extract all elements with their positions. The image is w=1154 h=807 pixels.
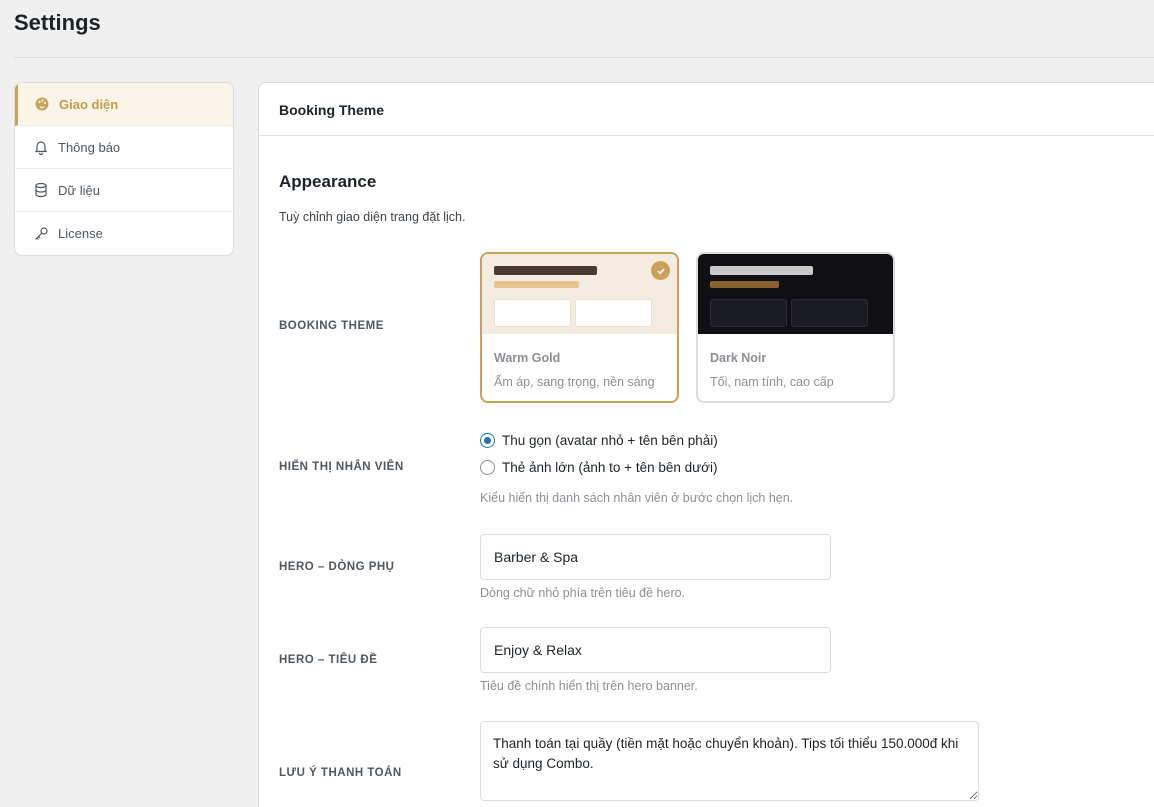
theme-description: Ấm áp, sang trọng, nền sáng xyxy=(494,375,655,389)
hero-title-input[interactable] xyxy=(480,627,831,673)
bell-icon xyxy=(33,139,49,155)
page-title: Settings xyxy=(14,10,101,35)
title-divider xyxy=(14,57,1154,58)
payment-note-label: LƯU Ý THANH TOÁN xyxy=(279,767,402,779)
sidebar-item-license[interactable]: License xyxy=(15,212,233,255)
sidebar-item-giao-dien[interactable]: Giao diện xyxy=(15,83,233,126)
database-icon xyxy=(33,182,49,198)
staff-display-help: Kiểu hiển thị danh sách nhân viên ở bước… xyxy=(480,491,794,505)
settings-panel: Booking Theme Appearance Tuỳ chỉnh giao … xyxy=(258,82,1154,807)
radio-button[interactable] xyxy=(480,460,495,475)
panel-header: Booking Theme xyxy=(259,83,1154,136)
hero-title-label: HERO – TIÊU ĐỀ xyxy=(279,654,378,666)
hero-subtitle-help: Dòng chữ nhỏ phía trên tiêu đề hero. xyxy=(480,586,686,600)
sidebar-item-label: Giao diện xyxy=(59,96,119,112)
staff-display-label: HIỂN THỊ NHÂN VIÊN xyxy=(279,461,404,473)
preview-tile xyxy=(710,299,787,327)
booking-theme-label: BOOKING THEME xyxy=(279,320,384,332)
radio-large-card[interactable]: Thẻ ảnh lớn (ảnh to + tên bên dưới) xyxy=(480,460,718,475)
hero-title-help: Tiêu đề chính hiển thị trên hero banner. xyxy=(480,679,698,693)
radio-button[interactable] xyxy=(480,433,495,448)
sidebar-item-label: License xyxy=(58,226,103,241)
section-description: Tuỳ chỉnh giao diện trang đặt lịch. xyxy=(279,210,466,224)
theme-name: Dark Noir xyxy=(710,351,767,365)
payment-note-textarea[interactable]: Thanh toán tại quầy (tiền mặt hoặc chuyể… xyxy=(480,721,979,801)
radio-label: Thu gọn (avatar nhỏ + tên bên phải) xyxy=(502,433,718,448)
key-icon xyxy=(33,226,49,242)
sidebar-item-thong-bao[interactable]: Thông báo xyxy=(15,126,233,169)
preview-bar xyxy=(494,266,597,275)
settings-sidebar: Giao diện Thông báo Dữ liệu License xyxy=(14,82,234,256)
theme-description: Tối, nam tính, cao cấp xyxy=(710,375,834,389)
palette-icon xyxy=(34,96,50,112)
theme-preview xyxy=(698,254,893,334)
check-icon xyxy=(651,261,670,280)
theme-preview xyxy=(482,254,677,334)
hero-subtitle-label: HERO – DÒNG PHỤ xyxy=(279,561,395,573)
preview-bar xyxy=(710,281,779,288)
preview-bar xyxy=(710,266,813,275)
theme-card-warm-gold[interactable]: Warm Gold Ấm áp, sang trọng, nền sáng xyxy=(480,252,679,403)
preview-bar xyxy=(494,281,579,288)
radio-label: Thẻ ảnh lớn (ảnh to + tên bên dưới) xyxy=(502,460,718,475)
preview-tile xyxy=(791,299,868,327)
preview-tile xyxy=(575,299,652,327)
theme-card-dark-noir[interactable]: Dark Noir Tối, nam tính, cao cấp xyxy=(696,252,895,403)
hero-subtitle-input[interactable] xyxy=(480,534,831,580)
sidebar-item-du-lieu[interactable]: Dữ liệu xyxy=(15,169,233,212)
theme-name: Warm Gold xyxy=(494,351,561,365)
radio-compact[interactable]: Thu gọn (avatar nhỏ + tên bên phải) xyxy=(480,433,718,448)
section-title: Appearance xyxy=(279,172,377,191)
preview-tile xyxy=(494,299,571,327)
sidebar-item-label: Dữ liệu xyxy=(58,182,100,198)
sidebar-item-label: Thông báo xyxy=(58,139,121,155)
